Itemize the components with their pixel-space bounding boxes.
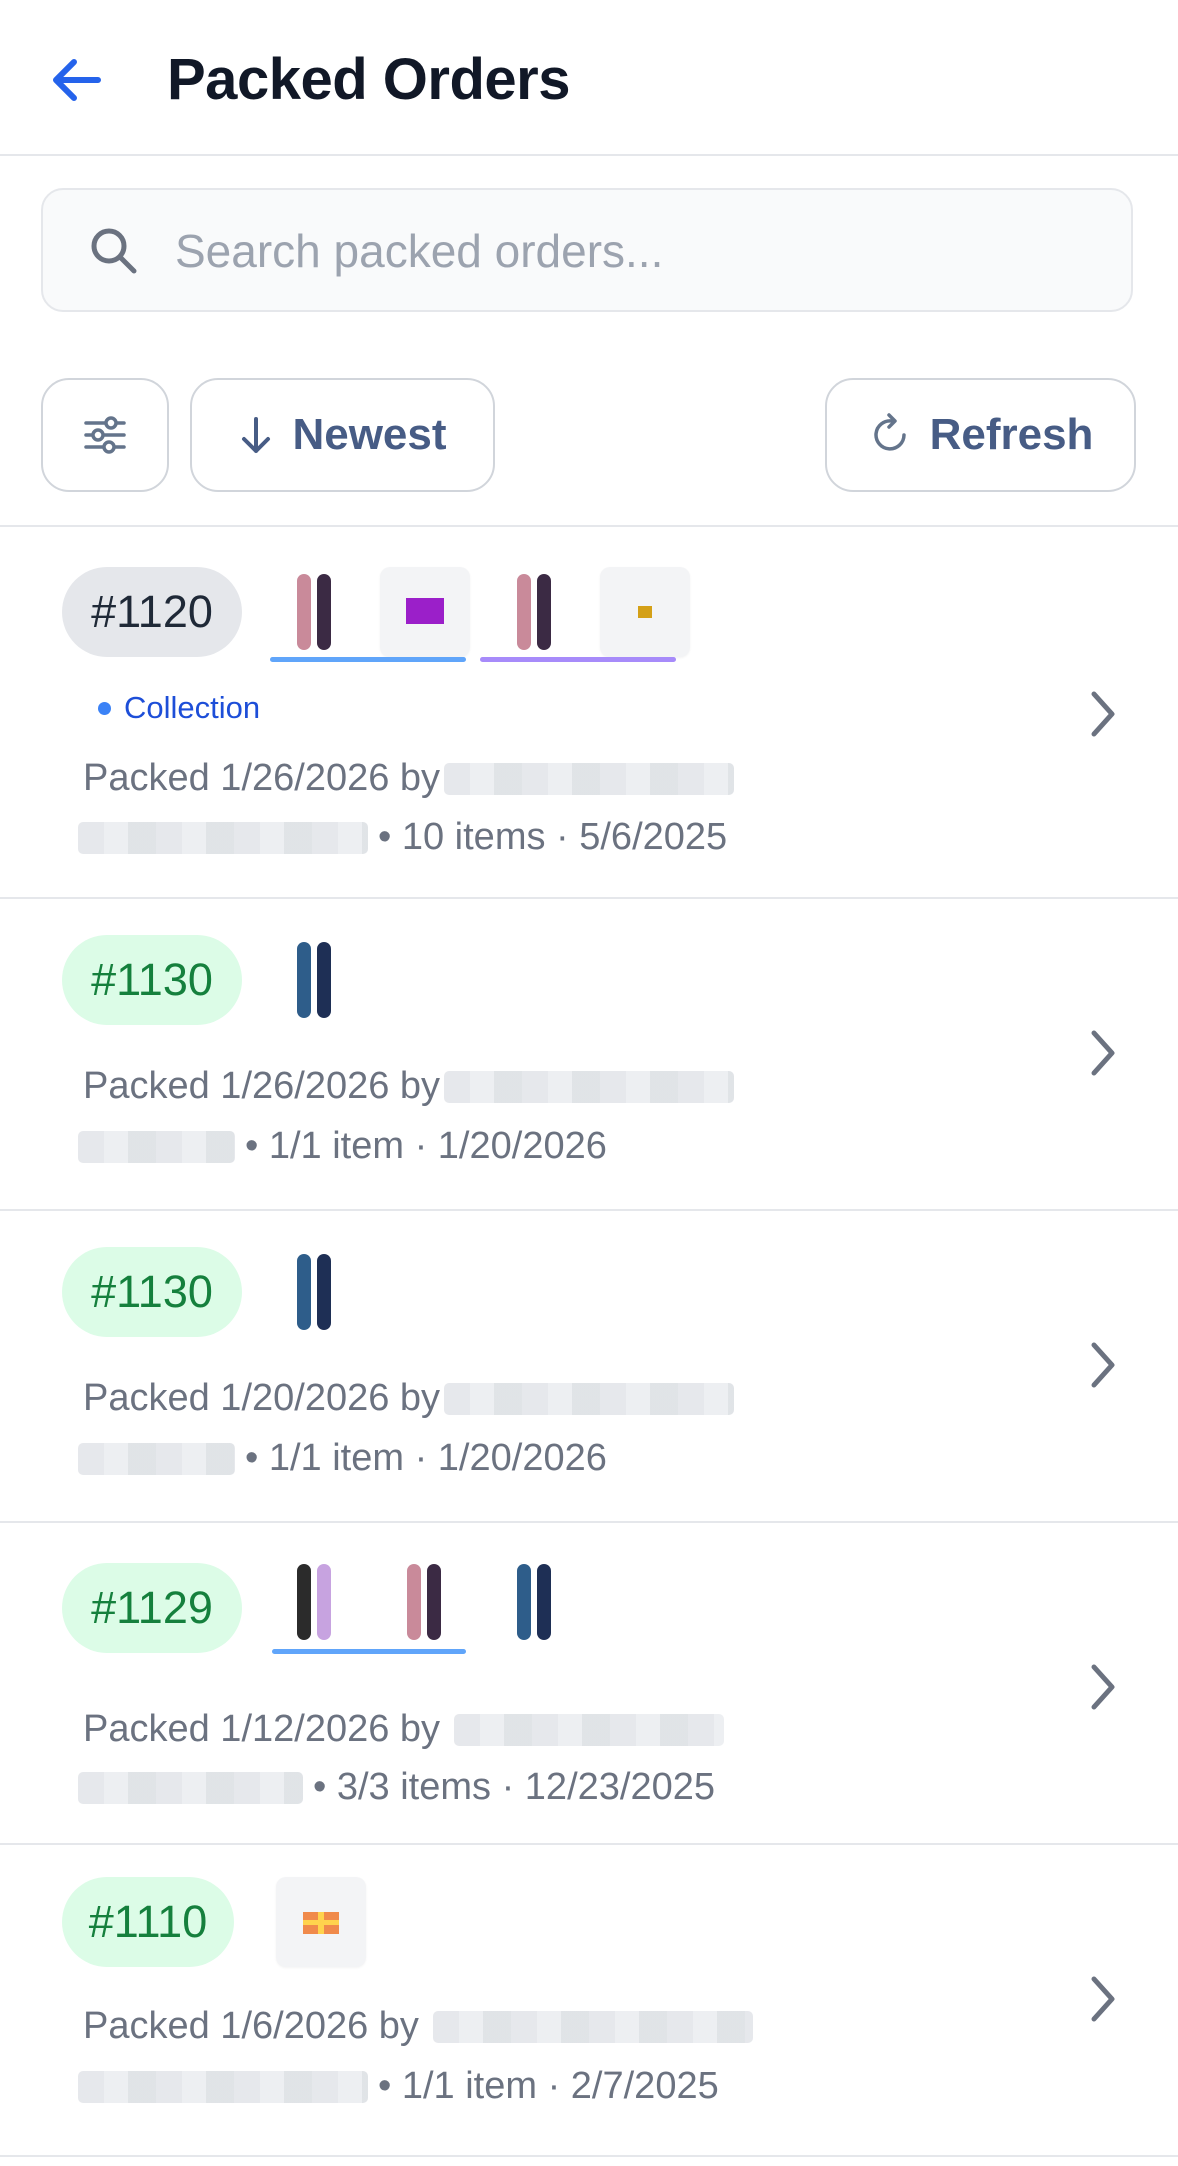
meta-text: • 10 items · 5/6/2025 [378,816,728,858]
search-icon [91,228,137,274]
redacted-customer [78,1442,235,1475]
packed-info: Packed 1/12/2026 by [83,1708,725,1751]
filter-button[interactable] [41,378,169,492]
chevron-right-icon [1091,1664,1115,1710]
bundle-group-line [272,1649,466,1654]
redacted-customer [78,2070,368,2103]
product-thumbnails [270,1247,380,1337]
packed-text: Packed 1/26/2026 by [83,1065,441,1107]
back-button[interactable] [48,52,108,108]
product-thumbnails [276,1877,386,1967]
sort-button[interactable]: Newest [190,378,495,492]
box-image [406,598,444,624]
order-number-badge: #1129 [62,1563,242,1653]
collection-tag: Collection [98,690,260,726]
order-number-badge: #1130 [62,935,242,1025]
top-app-bar: Packed Orders [0,0,1178,156]
search-box[interactable] [41,188,1133,312]
meta-text: • 1/1 item · 2/7/2025 [378,2065,719,2107]
snowboard-image [297,942,331,1018]
snowboard-thumbnail [270,935,360,1025]
snowboard-image [297,574,331,650]
chevron-right-icon [1091,1976,1115,2022]
orders-list: #1120 Collection Packed 1/26/2026 by • 1… [0,525,1178,2157]
sort-label: Newest [292,410,447,459]
snowboard-image [517,574,551,650]
gift-box-image [303,1912,339,1934]
order-meta: • 1/1 item · 1/20/2026 [78,1437,607,1480]
order-meta: • 1/1 item · 1/20/2026 [78,1125,607,1168]
snowboard-image [297,1564,331,1640]
order-meta: • 10 items · 5/6/2025 [78,816,727,859]
packed-text: Packed 1/6/2026 by [83,2005,419,2047]
snowboard-thumbnail [380,1557,470,1647]
arrow-left-icon [53,59,101,101]
product-thumbnail [380,567,470,657]
packed-info: Packed 1/26/2026 by [83,757,735,800]
bundle-group-line [480,657,676,662]
chevron-right-icon [1091,1030,1115,1076]
snowboard-image [297,1254,331,1330]
packed-info: Packed 1/26/2026 by [83,1065,735,1108]
order-row[interactable]: #1110 Packed 1/6/2026 by • 1/1 item · 2/… [0,1845,1178,2157]
refresh-icon [873,413,906,451]
snowboard-thumbnail [270,1557,360,1647]
search-input[interactable] [173,214,1077,288]
product-thumbnails [270,567,710,657]
order-row[interactable]: #1120 Collection Packed 1/26/2026 by • 1… [0,527,1178,899]
chevron-right-icon [1091,1342,1115,1388]
redacted-name [444,1070,735,1103]
order-meta: • 1/1 item · 2/7/2025 [78,2065,719,2108]
packed-text: Packed 1/26/2026 by [83,757,441,799]
meta-text: • 3/3 items · 12/23/2025 [313,1766,715,1808]
bundle-group-line [270,657,466,662]
product-thumbnail [276,1877,366,1967]
redacted-customer [78,821,368,854]
snowboard-thumbnail [490,567,580,657]
snowboard-image [407,1564,441,1640]
snowboard-image [517,1564,551,1640]
meta-text: • 1/1 item · 1/20/2026 [245,1437,607,1479]
packed-text: Packed 1/12/2026 by [83,1708,441,1750]
redacted-name [444,762,735,795]
redacted-name [444,1382,735,1415]
product-thumbnail [600,567,690,657]
chevron-right-icon [1091,691,1115,737]
snowboard-thumbnail [270,567,360,657]
order-meta: • 3/3 items · 12/23/2025 [78,1766,715,1809]
order-number-badge: #1120 [62,567,242,657]
snowboard-thumbnail [270,1247,360,1337]
order-row[interactable]: #1130 Packed 1/20/2026 by • 1/1 item · 1… [0,1211,1178,1523]
packed-info: Packed 1/6/2026 by [83,2005,753,2048]
meta-text: • 1/1 item · 1/20/2026 [245,1125,607,1167]
arrow-down-icon [242,417,271,453]
product-thumbnails [270,935,380,1025]
box-image [638,606,652,618]
refresh-label: Refresh [929,410,1094,459]
sliders-icon [84,416,126,454]
toolbar: Newest Refresh [0,378,1178,496]
tag-dot [98,701,111,715]
refresh-button[interactable]: Refresh [825,378,1136,492]
redacted-customer [78,1771,303,1804]
order-row[interactable]: #1130 Packed 1/26/2026 by • 1/1 item · 1… [0,899,1178,1211]
snowboard-thumbnail [490,1557,580,1647]
page-title: Packed Orders [167,47,570,112]
redacted-name [432,2010,753,2043]
tag-label: Collection [124,690,261,725]
order-number-badge: #1110 [62,1877,234,1967]
redacted-name [454,1713,725,1746]
order-number-badge: #1130 [62,1247,242,1337]
packed-info: Packed 1/20/2026 by [83,1377,735,1420]
redacted-customer [78,1130,235,1163]
packed-text: Packed 1/20/2026 by [83,1377,441,1419]
order-row[interactable]: #1129 Packed 1/12/2026 by • 3/3 items · … [0,1523,1178,1845]
product-thumbnails [270,1557,600,1647]
